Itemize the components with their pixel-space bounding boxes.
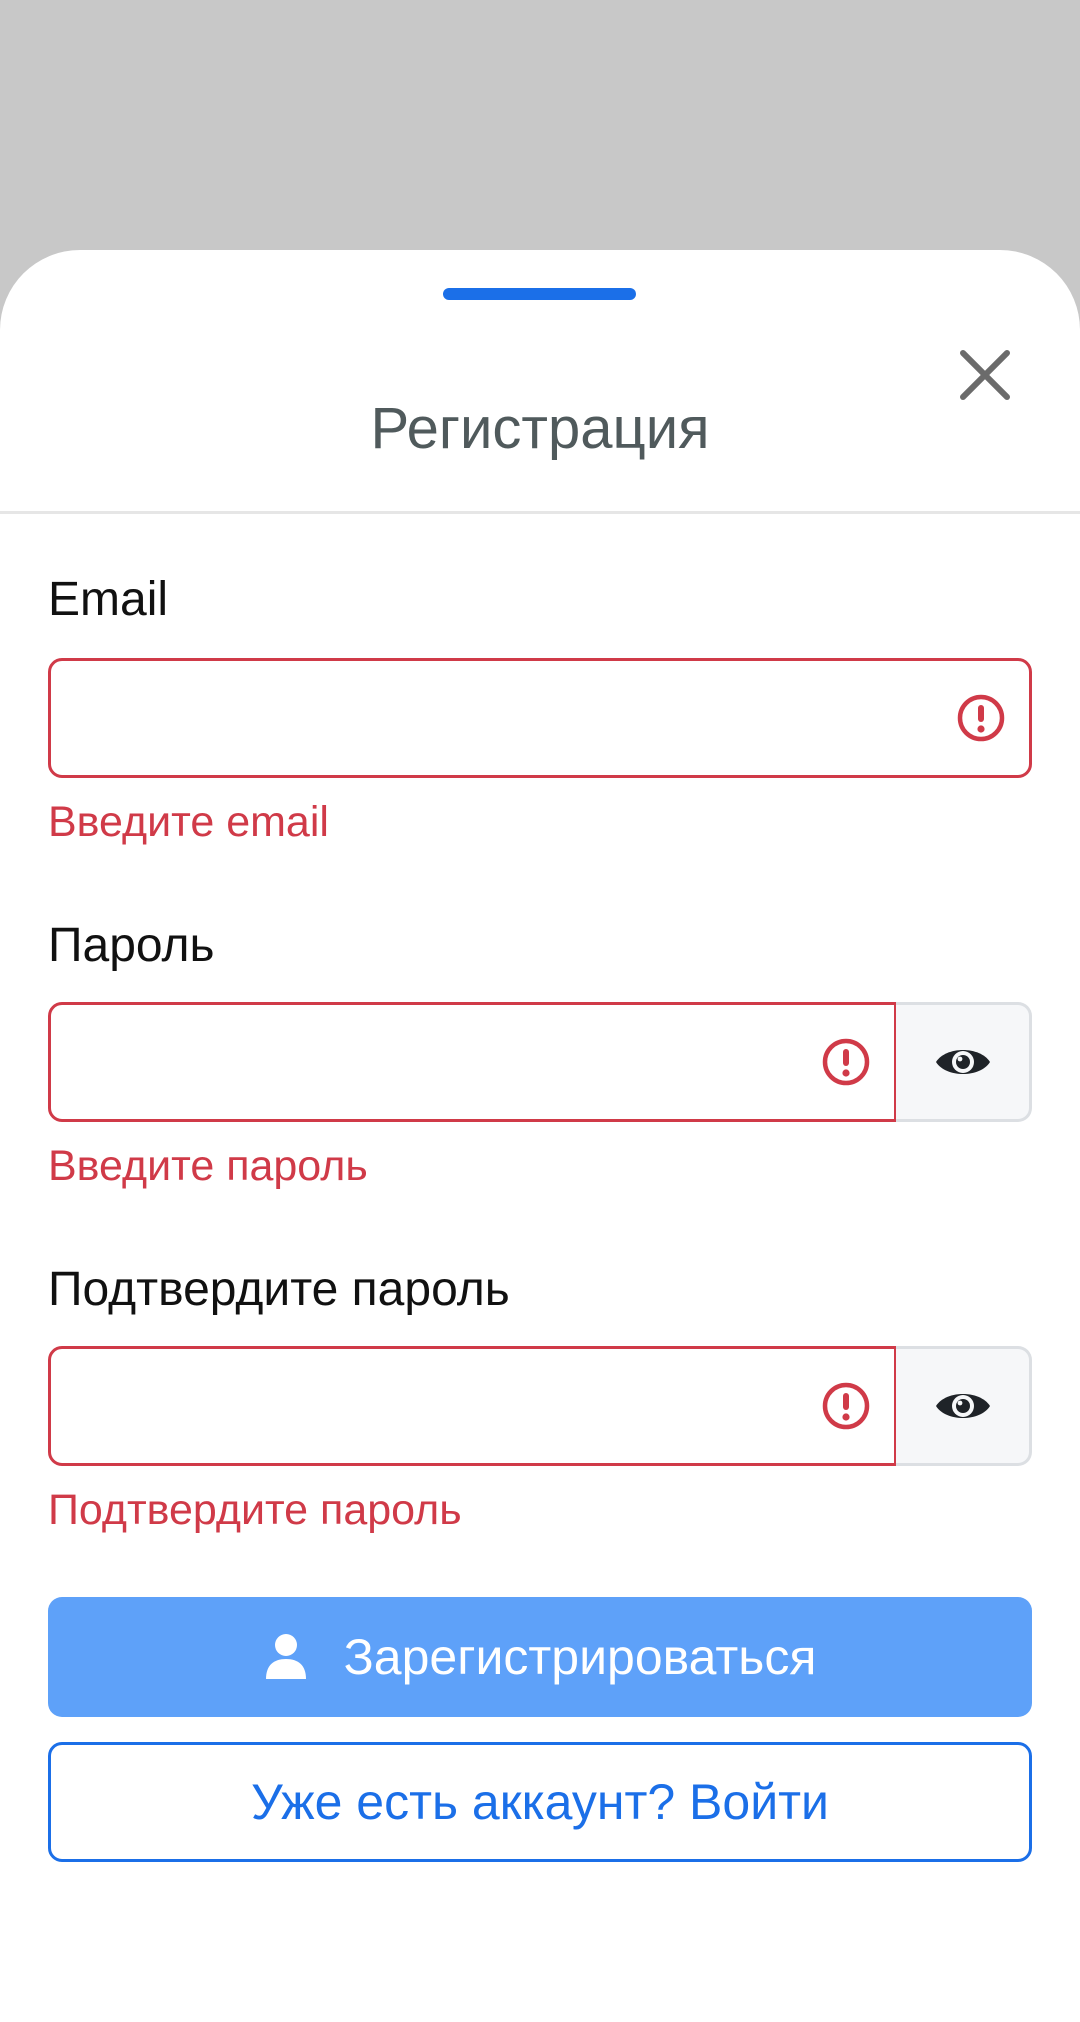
alert-circle-icon [822, 1382, 870, 1430]
email-label: Email [48, 573, 169, 626]
confirm-password-error: Подтвердите пароль [48, 1486, 462, 1534]
password-field[interactable] [51, 1005, 894, 1119]
login-button-label: Уже есть аккаунт? Войти [251, 1774, 829, 1830]
login-button[interactable]: Уже есть аккаунт? Войти [48, 1742, 1032, 1862]
alert-circle-icon [957, 694, 1005, 742]
confirm-password-field-wrap [48, 1346, 897, 1466]
email-field[interactable] [51, 661, 1029, 775]
close-icon [960, 350, 1010, 400]
password-field-wrap [48, 1002, 897, 1122]
confirm-password-label: Подтвердите пароль [48, 1263, 510, 1316]
email-field-wrap [48, 658, 1032, 778]
password-error: Введите пароль [48, 1142, 368, 1190]
close-button[interactable] [950, 340, 1020, 410]
eye-icon [935, 1050, 990, 1074]
alert-circle-icon [822, 1038, 870, 1086]
register-button-label: Зарегистрироваться [343, 1629, 817, 1685]
email-error: Введите email [48, 798, 329, 846]
sheet-title: Регистрация [370, 396, 710, 461]
eye-icon [935, 1394, 990, 1418]
confirm-password-field[interactable] [51, 1349, 894, 1463]
sheet-header [0, 250, 1080, 514]
register-button[interactable]: Зарегистрироваться [48, 1597, 1032, 1717]
password-label: Пароль [48, 919, 215, 972]
toggle-confirm-visibility-button[interactable] [896, 1346, 1032, 1466]
user-icon [265, 1634, 306, 1679]
toggle-password-visibility-button[interactable] [896, 1002, 1032, 1122]
